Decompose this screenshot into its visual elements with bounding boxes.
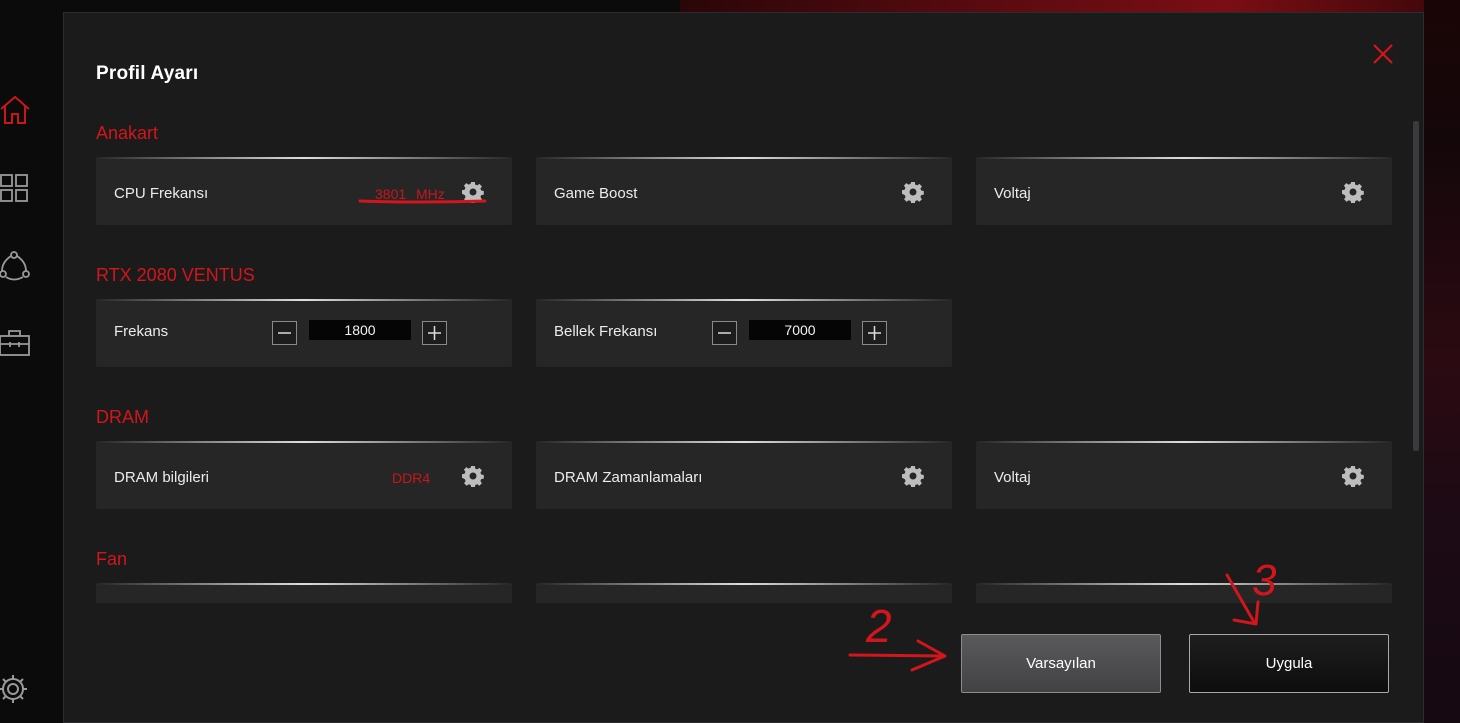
background-top-accent [680,0,1460,12]
card-dram-info: DRAM bilgileri DDR4 [96,441,512,509]
gear-icon[interactable] [462,465,484,487]
cpu-frequency-label: CPU Frekansı [114,185,209,202]
share-icon[interactable] [0,250,34,284]
section-title-anakart: Anakart [96,123,159,143]
gpu-frequency-decrement-button[interactable] [272,321,297,345]
grid-icon[interactable] [0,172,34,206]
card-voltage-motherboard: Voltaj [976,157,1392,225]
section-title-gpu: RTX 2080 VENTUS [96,265,255,285]
game-boost-label: Game Boost [554,185,638,202]
gear-icon[interactable] [1342,181,1364,203]
toolbox-icon[interactable] [0,328,34,362]
gpu-frequency-increment-button[interactable] [422,321,447,345]
card-voltage-dram: Voltaj [976,441,1392,509]
memory-frequency-input[interactable] [749,320,851,340]
default-button[interactable]: Varsayılan [961,634,1161,693]
profile-settings-dialog: Profil Ayarı Anakart CPU Frekansı 3801 M… [63,12,1424,723]
card-fan-2 [536,583,952,603]
apply-button[interactable]: Uygula [1189,634,1389,693]
card-gpu-frequency: Frekans [96,299,512,367]
voltage-label: Voltaj [994,185,1031,202]
dram-info-value: DDR4 [392,470,431,486]
gear-icon[interactable] [902,465,924,487]
settings-icon[interactable] [0,672,34,706]
card-fan-3 [976,583,1392,603]
gpu-frequency-input[interactable] [309,320,411,340]
section-title-fan: Fan [96,549,128,569]
home-icon[interactable] [0,93,34,127]
card-dram-timings: DRAM Zamanlamaları [536,441,952,509]
memory-frequency-label: Bellek Frekansı [554,323,658,340]
card-memory-frequency: Bellek Frekansı [536,299,952,367]
gear-icon[interactable] [1342,465,1364,487]
section-title-dram: DRAM [96,407,149,427]
cpu-frequency-value: 3801 [375,186,407,202]
memory-frequency-increment-button[interactable] [862,321,887,345]
dram-info-label: DRAM bilgileri [114,469,210,486]
gear-icon[interactable] [462,181,484,203]
memory-frequency-decrement-button[interactable] [712,321,737,345]
card-cpu-frequency: CPU Frekansı 3801 MHz [96,157,512,225]
cpu-frequency-unit: MHz [416,186,445,202]
app-window: Profil Ayarı Anakart CPU Frekansı 3801 M… [0,0,1460,723]
dialog-title: Profil Ayarı [96,63,199,84]
background-right-accent [1424,0,1460,723]
gear-icon[interactable] [902,181,924,203]
dram-voltage-label: Voltaj [994,469,1031,486]
gpu-frequency-label: Frekans [114,323,169,340]
card-fan-1 [96,583,512,603]
card-game-boost: Game Boost [536,157,952,225]
close-icon[interactable] [1371,42,1395,66]
scrollbar[interactable] [1413,121,1419,451]
dram-timings-label: DRAM Zamanlamaları [554,469,703,486]
left-rail [0,0,40,723]
